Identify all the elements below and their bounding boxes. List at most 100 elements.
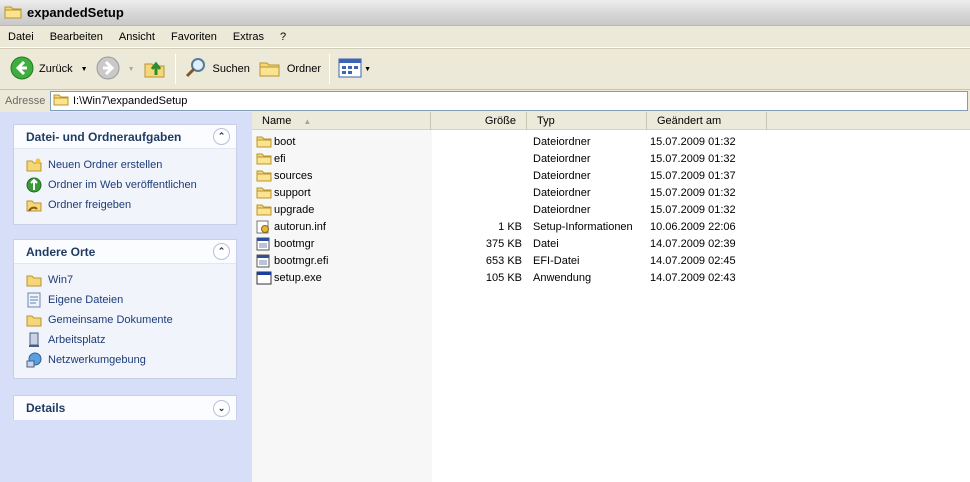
column-name[interactable]: Name ▲ [252,112,431,130]
collapse-icon[interactable]: ⌃ [213,243,230,260]
file-name-cell[interactable]: autorun.inf [252,220,430,234]
file-row[interactable]: boot Dateiordner 15.07.2009 01:32 [252,133,970,150]
file-row[interactable]: upgrade Dateiordner 15.07.2009 01:32 [252,201,970,218]
place-label: Gemeinsame Dokumente [48,314,173,326]
column-size[interactable]: Größe [431,112,527,130]
back-arrow-icon [10,56,34,83]
menu-favoriten[interactable]: Favoriten [163,27,225,47]
file-type: EFI-Datei [533,254,580,267]
folders-label: Ordner [286,63,322,75]
folder-icon [53,93,69,109]
file-type: Datei [533,237,559,250]
file-row[interactable]: bootmgr.efi 653 KB EFI-Datei 14.07.2009 02:… [252,252,970,269]
application-icon [256,271,272,285]
file-name-cell[interactable]: sources [252,169,430,183]
back-dropdown-icon[interactable]: ▼ [81,66,88,73]
file-type: Dateiordner [533,152,591,165]
details-panel: Details ⌄ [13,395,237,420]
task-new-folder[interactable]: Neuen Ordner erstellen [26,155,236,175]
menu-help[interactable]: ? [272,27,294,47]
file-name: bootmgr.efi [274,254,329,267]
file-name: sources [274,169,313,182]
column-date[interactable]: Geändert am [647,112,767,130]
file-size: 105 KB [485,271,522,284]
file-date: 14.07.2009 02:45 [650,254,736,267]
folder-icon [256,203,272,217]
file-row[interactable]: setup.exe 105 KB Anwendung 14.07.2009 02:43 [252,269,970,286]
file-size: 375 KB [485,237,522,250]
forward-dropdown-icon[interactable]: ▼ [128,66,135,73]
file-name-cell[interactable]: bootmgr.efi [252,254,430,268]
my-computer-icon [26,332,42,348]
menu-bearbeiten[interactable]: Bearbeiten [42,27,111,47]
place-my-documents[interactable]: Eigene Dateien [26,290,236,310]
up-button[interactable] [139,52,171,86]
file-name-cell[interactable]: support [252,186,430,200]
other-places-header[interactable]: Andere Orte ⌃ [14,240,236,264]
file-name: boot [274,135,296,148]
menu-extras[interactable]: Extras [225,27,272,47]
file-type: Dateiordner [533,186,591,199]
menu-bar: Datei Bearbeiten Ansicht Favoriten Extra… [0,26,970,48]
file-row[interactable]: bootmgr 375 KB Datei 14.07.2009 02:39 [252,235,970,252]
file-size: 1 KB [498,220,522,233]
file-row[interactable]: efi Dateiordner 15.07.2009 01:32 [252,150,970,167]
other-places-panel: Andere Orte ⌃ Win7 Eigene Dateien Gemein… [13,239,237,379]
collapse-icon[interactable]: ⌃ [213,128,230,145]
column-size-label: Größe [484,115,516,127]
file-row[interactable]: support Dateiordner 15.07.2009 01:32 [252,184,970,201]
file-tasks-header[interactable]: Datei- und Ordneraufgaben ⌃ [14,125,236,149]
folder-icon [4,4,22,22]
file-name: setup.exe [274,271,322,284]
file-name-cell[interactable]: upgrade [252,203,430,217]
folders-button[interactable]: Ordner [254,52,325,86]
task-share-folder[interactable]: Ordner freigeben [26,195,236,215]
back-label: Zurück [39,63,73,75]
file-tasks-title: Datei- und Ordneraufgaben [26,129,182,144]
menu-ansicht[interactable]: Ansicht [111,27,163,47]
file-row[interactable]: autorun.inf 1 KB Setup-Informationen 10.06.… [252,218,970,235]
view-icon [338,58,362,81]
file-type: Dateiordner [533,203,591,216]
file-name: efi [274,152,286,165]
task-label: Ordner im Web veröffentlichen [48,179,197,191]
place-win7[interactable]: Win7 [26,270,236,290]
column-name-label: Name [262,115,292,127]
folder-icon [256,135,272,149]
file-tasks-panel: Datei- und Ordneraufgaben ⌃ Neuen Ordner… [13,124,237,225]
file-type: Anwendung [533,271,592,284]
address-bar: Adresse I:\Win7\expandedSetup [0,90,970,112]
window-title: expandedSetup [27,5,124,20]
file-date: 14.07.2009 02:39 [650,237,736,250]
view-button[interactable]: ▼ [334,52,375,86]
file-name-cell[interactable]: setup.exe [252,271,430,285]
place-my-computer[interactable]: Arbeitsplatz [26,330,236,350]
search-label: Suchen [212,63,250,75]
file-name: upgrade [274,203,315,216]
search-button[interactable]: Suchen [180,52,254,86]
menu-datei[interactable]: Datei [0,27,42,47]
forward-button[interactable]: ▼ [92,52,139,86]
back-button[interactable]: Zurück ▼ [6,52,92,86]
folder-up-icon [143,56,167,83]
place-network[interactable]: Netzwerkumgebung [26,350,236,370]
system-file-icon [256,254,272,268]
task-web-publish[interactable]: Ordner im Web veröffentlichen [26,175,236,195]
toolbar-separator [329,54,331,84]
details-header[interactable]: Details ⌄ [14,396,236,420]
file-name-cell[interactable]: boot [252,135,430,149]
column-header: Name ▲ Größe Typ Geändert am [252,112,970,130]
place-shared-documents[interactable]: Gemeinsame Dokumente [26,310,236,330]
title-bar: expandedSetup [0,0,970,26]
view-dropdown-icon[interactable]: ▼ [364,66,371,73]
place-label: Netzwerkumgebung [48,354,146,366]
file-row[interactable]: sources Dateiordner 15.07.2009 01:37 [252,167,970,184]
expand-icon[interactable]: ⌄ [213,399,230,417]
task-label: Ordner freigeben [48,199,132,211]
file-name-cell[interactable]: efi [252,152,430,166]
address-input[interactable]: I:\Win7\expandedSetup [50,91,968,111]
column-type[interactable]: Typ [527,112,647,130]
file-name-cell[interactable]: bootmgr [252,237,430,251]
other-places-title: Andere Orte [26,244,96,259]
file-name: bootmgr [274,237,315,250]
